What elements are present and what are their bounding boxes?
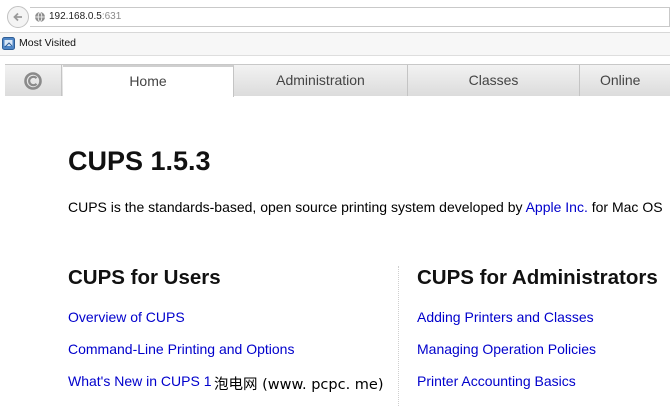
tab-label: Administration <box>276 72 365 88</box>
tab-online[interactable]: Online <box>580 65 670 96</box>
intro-after: for Mac OS <box>587 199 663 215</box>
url-port: :631 <box>101 11 122 22</box>
column-divider <box>398 266 399 406</box>
bookmark-folder-icon <box>2 37 15 50</box>
link-printer-accounting[interactable]: Printer Accounting Basics <box>417 373 576 389</box>
tab-label: Classes <box>468 72 519 88</box>
link-whats-new[interactable]: What's New in CUPS 1 <box>68 373 212 389</box>
cups-logo[interactable] <box>5 65 62 96</box>
tab-label: Home <box>129 73 167 89</box>
bookmarks-toolbar: Most Visited <box>0 33 670 56</box>
intro-text: CUPS is the standards-based, open source… <box>68 199 663 215</box>
bookmark-label: Most Visited <box>19 37 76 49</box>
back-button[interactable] <box>7 6 29 28</box>
apple-link[interactable]: Apple Inc. <box>526 199 588 215</box>
link-adding-printers[interactable]: Adding Printers and Classes <box>417 309 594 325</box>
back-arrow-icon <box>13 12 22 22</box>
link-command-line-printing[interactable]: Command-Line Printing and Options <box>68 341 294 357</box>
url-text: 192.168.0.5:631 <box>49 11 121 22</box>
page-title: CUPS 1.5.3 <box>68 146 211 176</box>
tab-home[interactable]: Home <box>63 65 234 97</box>
tab-administration[interactable]: Administration <box>234 65 408 96</box>
intro-before: CUPS is the standards-based, open source… <box>68 199 526 215</box>
url-host: 192.168.0.5 <box>49 11 102 22</box>
cups-logo-icon <box>24 72 42 90</box>
users-heading: CUPS for Users <box>68 266 221 289</box>
cups-tab-bar: Home Administration Classes Online <box>5 64 670 97</box>
tab-label: Online <box>600 72 641 88</box>
globe-icon <box>35 11 45 23</box>
link-overview-of-cups[interactable]: Overview of CUPS <box>68 309 185 325</box>
url-input[interactable]: 192.168.0.5:631 <box>30 7 670 27</box>
admins-heading: CUPS for Administrators <box>417 266 658 289</box>
link-managing-policies[interactable]: Managing Operation Policies <box>417 341 596 357</box>
address-bar: 192.168.0.5:631 <box>0 0 670 33</box>
tab-classes[interactable]: Classes <box>408 65 580 96</box>
watermark-text: 泡电网 (www. pcpc. me) <box>214 373 384 394</box>
